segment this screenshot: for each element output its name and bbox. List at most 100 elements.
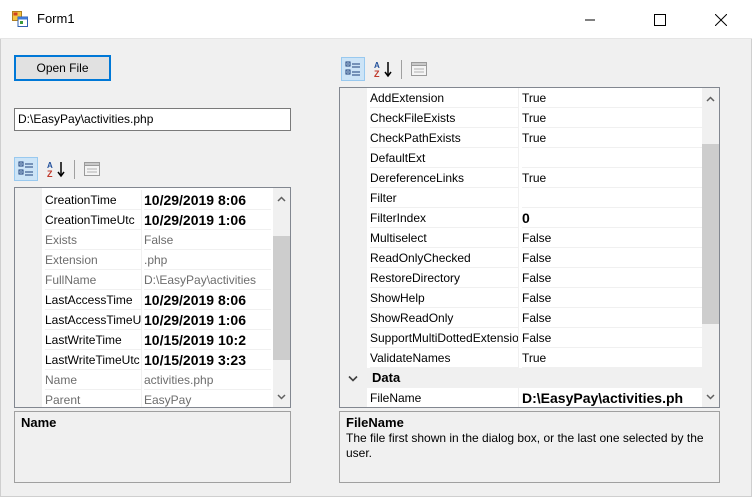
close-button[interactable]	[698, 0, 744, 39]
property-value[interactable]: 0	[522, 208, 702, 228]
open-file-button[interactable]: Open File	[14, 55, 111, 81]
title-bar: Form1	[0, 0, 752, 39]
property-row[interactable]: Parent EasyPay	[15, 390, 271, 407]
property-value[interactable]: True	[522, 128, 702, 148]
property-value[interactable]: 10/29/2019 1:06	[144, 310, 271, 330]
scroll-up-arrow[interactable]	[273, 190, 290, 207]
minimize-icon	[585, 19, 595, 20]
property-name: ValidateNames	[370, 348, 519, 368]
left-property-grid[interactable]: CreationTime 10/29/2019 8:06 CreationTimeU…	[14, 187, 291, 408]
property-value[interactable]: False	[522, 308, 702, 328]
property-value[interactable]	[522, 148, 702, 168]
property-value[interactable]: 10/29/2019 8:06	[144, 190, 271, 210]
maximize-button[interactable]	[637, 0, 683, 39]
property-row[interactable]: FileName D:\EasyPay\activities.ph	[340, 388, 702, 407]
property-row[interactable]: Exists False	[15, 230, 271, 250]
minimize-button[interactable]	[567, 0, 613, 39]
close-icon	[715, 13, 727, 26]
property-row[interactable]: Multiselect False	[340, 228, 702, 248]
property-value[interactable]: 10/15/2019 3:23	[144, 350, 271, 370]
property-row[interactable]: ShowReadOnly False	[340, 308, 702, 328]
property-row[interactable]: CreationTimeUtc 10/29/2019 1:06	[15, 210, 271, 230]
left-help-title: Name	[21, 415, 57, 430]
property-row[interactable]: Name activities.php	[15, 370, 271, 390]
property-pages-icon	[84, 162, 100, 176]
property-value[interactable]: D:\EasyPay\activities.ph	[522, 388, 702, 407]
property-row[interactable]: ShowHelp False	[340, 288, 702, 308]
property-value[interactable]	[522, 188, 702, 208]
property-name: LastAccessTimeUtc	[45, 310, 142, 330]
property-value[interactable]: 10/29/2019 8:06	[144, 290, 271, 310]
property-row[interactable]: AddExtension True	[340, 88, 702, 108]
property-row[interactable]: LastAccessTime 10/29/2019 8:06	[15, 290, 271, 310]
right-grid-scrollbar[interactable]	[702, 88, 719, 407]
categorized-icon	[18, 161, 33, 176]
property-row[interactable]: FilterIndex 0	[340, 208, 702, 228]
property-name: ShowReadOnly	[370, 308, 519, 328]
sort-alphabetical-icon: A Z	[47, 161, 65, 178]
property-name: CheckPathExists	[370, 128, 519, 148]
property-value[interactable]: False	[522, 248, 702, 268]
file-path-input[interactable]: D:\EasyPay\activities.php	[14, 108, 291, 131]
categorized-button[interactable]	[14, 157, 38, 181]
property-value[interactable]: False	[522, 268, 702, 288]
left-grid-scrollbar[interactable]	[273, 188, 290, 407]
property-value[interactable]: False	[522, 288, 702, 308]
property-name: FullName	[45, 270, 142, 290]
property-row[interactable]: ValidateNames True	[340, 348, 702, 368]
scroll-thumb[interactable]	[273, 236, 290, 360]
category-row-data[interactable]: Data	[340, 368, 702, 388]
category-label: Data	[372, 370, 401, 385]
property-value[interactable]: D:\EasyPay\activities	[144, 270, 271, 290]
property-value[interactable]: activities.php	[144, 370, 271, 390]
property-value[interactable]: True	[522, 348, 702, 368]
property-name: LastWriteTime	[45, 330, 142, 350]
property-value[interactable]: False	[522, 228, 702, 248]
property-name: DefaultExt	[370, 148, 519, 168]
property-name: Name	[45, 370, 142, 390]
property-value[interactable]: True	[522, 168, 702, 188]
property-row[interactable]: DefaultExt	[340, 148, 702, 168]
property-row[interactable]: LastWriteTime 10/15/2019 10:2	[15, 330, 271, 350]
property-name: SupportMultiDottedExtensions	[370, 328, 519, 348]
property-value[interactable]: EasyPay	[144, 390, 271, 407]
alphabetical-button[interactable]: A Z	[44, 157, 68, 181]
property-name: Filter	[370, 188, 519, 208]
property-pages-button[interactable]	[407, 57, 431, 81]
property-row[interactable]: RestoreDirectory False	[340, 268, 702, 288]
property-row[interactable]: CheckFileExists True	[340, 108, 702, 128]
right-help-description: The file first shown in the dialog box, …	[346, 431, 704, 460]
scroll-down-arrow[interactable]	[702, 388, 719, 405]
property-row[interactable]: FullName D:\EasyPay\activities	[15, 270, 271, 290]
property-row[interactable]: SupportMultiDottedExtensions False	[340, 328, 702, 348]
property-row[interactable]: Filter	[340, 188, 702, 208]
property-value[interactable]: 10/29/2019 1:06	[144, 210, 271, 230]
property-row[interactable]: ReadOnlyChecked False	[340, 248, 702, 268]
property-name: Multiselect	[370, 228, 519, 248]
property-pages-button[interactable]	[80, 157, 104, 181]
right-help-panel: FileName The file first shown in the dia…	[339, 411, 720, 483]
right-property-grid[interactable]: AddExtension True CheckFileExists True Check…	[339, 87, 720, 408]
scroll-up-arrow[interactable]	[702, 90, 719, 107]
alphabetical-button[interactable]: A Z	[371, 57, 395, 81]
property-row[interactable]: CheckPathExists True	[340, 128, 702, 148]
property-value[interactable]: .php	[144, 250, 271, 270]
property-value[interactable]: False	[522, 328, 702, 348]
property-value[interactable]: 10/15/2019 10:2	[144, 330, 271, 350]
property-row[interactable]: LastWriteTimeUtc 10/15/2019 3:23	[15, 350, 271, 370]
property-name: FilterIndex	[370, 208, 519, 228]
property-row[interactable]: LastAccessTimeUtc 10/29/2019 1:06	[15, 310, 271, 330]
property-row[interactable]: DereferenceLinks True	[340, 168, 702, 188]
scroll-thumb[interactable]	[702, 144, 719, 324]
collapse-chevron-icon[interactable]	[346, 368, 360, 388]
property-value[interactable]: False	[144, 230, 271, 250]
app-icon	[12, 11, 28, 27]
chevron-up-icon	[706, 95, 715, 102]
property-name: DereferenceLinks	[370, 168, 519, 188]
categorized-button[interactable]	[341, 57, 365, 81]
property-row[interactable]: CreationTime 10/29/2019 8:06	[15, 190, 271, 210]
scroll-down-arrow[interactable]	[273, 388, 290, 405]
property-value[interactable]: True	[522, 88, 702, 108]
property-row[interactable]: Extension .php	[15, 250, 271, 270]
property-value[interactable]: True	[522, 108, 702, 128]
